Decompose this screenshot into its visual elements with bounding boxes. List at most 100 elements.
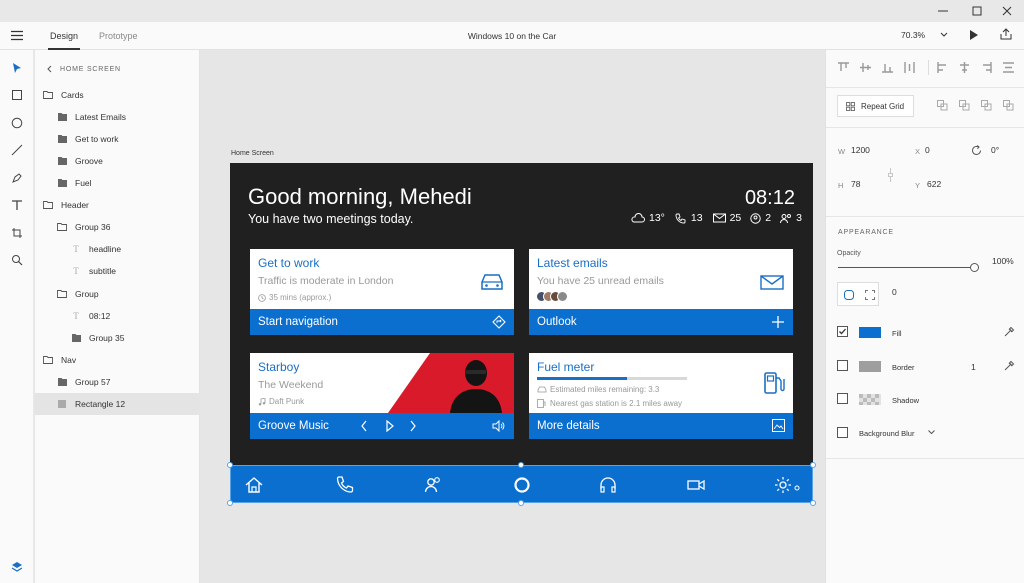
- pen-tool[interactable]: [8, 169, 26, 187]
- resize-handle[interactable]: [518, 500, 524, 506]
- corner-radius-input[interactable]: 0: [892, 287, 897, 297]
- align-right-icon[interactable]: [981, 62, 992, 73]
- select-tool[interactable]: [8, 59, 26, 77]
- background-blur-checkbox[interactable]: [837, 427, 848, 438]
- layer-item-group-35[interactable]: Group 35: [35, 327, 200, 349]
- groove-music-bar[interactable]: Groove Music: [250, 413, 514, 439]
- next-icon[interactable]: [409, 420, 417, 432]
- rectangle-tool[interactable]: [8, 86, 26, 104]
- union-icon[interactable]: [937, 100, 948, 111]
- resize-handle[interactable]: [810, 500, 816, 506]
- exclude-icon[interactable]: [1003, 100, 1014, 111]
- close-button[interactable]: [990, 0, 1024, 22]
- distribute-horizontal-icon[interactable]: [1003, 62, 1014, 73]
- card-get-to-work[interactable]: Get to work Traffic is moderate in Londo…: [250, 249, 514, 335]
- outlook-button[interactable]: Outlook: [529, 309, 793, 335]
- distribute-vertical-icon[interactable]: [904, 62, 915, 73]
- resize-handle[interactable]: [227, 500, 233, 506]
- layer-item-cards[interactable]: Cards: [35, 84, 200, 106]
- layer-item-subtitle[interactable]: T subtitle: [35, 260, 200, 282]
- resize-handle[interactable]: [810, 462, 816, 468]
- maximize-button[interactable]: [960, 0, 994, 22]
- layer-item-group-36[interactable]: Group 36: [35, 216, 200, 238]
- nav-bar-selected[interactable]: [230, 465, 813, 503]
- line-tool[interactable]: [8, 141, 26, 159]
- intersect-icon[interactable]: [981, 100, 992, 111]
- start-navigation-button[interactable]: Start navigation: [250, 309, 514, 335]
- height-input[interactable]: 78: [851, 179, 860, 189]
- eyedropper-icon[interactable]: [1003, 360, 1015, 372]
- align-center-icon[interactable]: [959, 62, 970, 73]
- shadow-swatch-icon[interactable]: [859, 394, 881, 405]
- artboard-tool[interactable]: [8, 224, 26, 242]
- subtract-icon[interactable]: [959, 100, 970, 111]
- layer-item-group[interactable]: Group: [35, 283, 200, 305]
- settings-gear-icon[interactable]: [773, 475, 793, 495]
- opacity-slider-thumb[interactable]: [970, 263, 979, 272]
- hamburger-menu-button[interactable]: [11, 30, 23, 43]
- layers-breadcrumb[interactable]: HOME SCREEN: [46, 65, 121, 73]
- headphones-icon[interactable]: [598, 475, 618, 495]
- rotation-input[interactable]: 0°: [991, 145, 999, 155]
- layer-label: Cards: [61, 90, 84, 100]
- layer-item-headline[interactable]: T headline: [35, 238, 200, 260]
- cortana-icon[interactable]: [512, 475, 532, 495]
- fill-checkbox[interactable]: [837, 326, 848, 337]
- repeat-grid-button[interactable]: Repeat Grid: [837, 95, 914, 117]
- zoom-dropdown-button[interactable]: [940, 30, 948, 40]
- uniform-radius-icon[interactable]: [844, 290, 854, 300]
- volume-icon[interactable]: [492, 420, 505, 432]
- layer-item-groove[interactable]: Groove: [35, 150, 200, 172]
- border-checkbox[interactable]: [837, 360, 848, 371]
- align-middle-icon[interactable]: [860, 62, 871, 73]
- opacity-slider-track[interactable]: [838, 267, 975, 268]
- y-input[interactable]: 622: [927, 179, 941, 189]
- tab-prototype[interactable]: Prototype: [99, 31, 138, 41]
- play-icon[interactable]: [385, 420, 395, 432]
- resize-handle[interactable]: [518, 462, 524, 468]
- resize-handle[interactable]: [227, 462, 233, 468]
- layer-item-header[interactable]: Header: [35, 194, 200, 216]
- card-latest-emails[interactable]: Latest emails You have 25 unread emails …: [529, 249, 793, 335]
- fill-color-swatch[interactable]: [859, 327, 881, 338]
- chevron-down-icon[interactable]: [928, 430, 935, 435]
- share-button[interactable]: [1000, 28, 1012, 42]
- play-preview-button[interactable]: [969, 29, 979, 43]
- align-bottom-icon[interactable]: [882, 62, 893, 73]
- phone-icon[interactable]: [335, 475, 355, 495]
- align-top-icon[interactable]: [838, 62, 849, 73]
- text-tool[interactable]: [8, 196, 26, 214]
- card-fuel-meter[interactable]: Fuel meter Estimated miles remaining: 3.…: [529, 353, 793, 439]
- per-corner-radius-icon[interactable]: [865, 290, 875, 300]
- width-input[interactable]: 1200: [851, 145, 870, 155]
- artboard-label[interactable]: Home Screen: [231, 150, 274, 157]
- zoom-tool[interactable]: [8, 251, 26, 269]
- artboard-home-screen[interactable]: Good morning, Mehedi You have two meetin…: [230, 163, 813, 502]
- lock-aspect-icon[interactable]: [888, 168, 893, 182]
- card-music[interactable]: Starboy The Weekend Daft Punk Groove Mus…: [250, 353, 514, 439]
- minimize-button[interactable]: [926, 0, 960, 22]
- zoom-level[interactable]: 70.3%: [901, 30, 925, 40]
- more-details-button[interactable]: More details: [529, 413, 793, 439]
- layer-item-fuel[interactable]: Fuel: [35, 172, 200, 194]
- layer-item-latest-emails[interactable]: Latest Emails: [35, 106, 200, 128]
- layer-item-rectangle-12[interactable]: Rectangle 12: [35, 393, 200, 415]
- layer-item-0812[interactable]: T 08:12: [35, 305, 200, 327]
- layer-item-nav[interactable]: Nav: [35, 349, 200, 371]
- x-input[interactable]: 0: [925, 145, 930, 155]
- ellipse-tool[interactable]: [8, 114, 26, 132]
- border-width-input[interactable]: 1: [971, 362, 976, 372]
- layers-toggle[interactable]: [8, 558, 26, 576]
- layer-item-group-57[interactable]: Group 57: [35, 371, 200, 393]
- tab-design[interactable]: Design: [47, 31, 81, 50]
- opacity-value[interactable]: 100%: [992, 256, 1014, 266]
- align-left-icon[interactable]: [937, 62, 948, 73]
- contacts-icon[interactable]: [423, 475, 443, 495]
- home-icon[interactable]: [244, 475, 264, 495]
- border-color-swatch[interactable]: [859, 361, 881, 372]
- shadow-checkbox[interactable]: [837, 393, 848, 404]
- video-camera-icon[interactable]: [686, 475, 706, 495]
- layer-item-get-to-work[interactable]: Get to work: [35, 128, 200, 150]
- eyedropper-icon[interactable]: [1003, 326, 1015, 338]
- previous-icon[interactable]: [360, 420, 368, 432]
